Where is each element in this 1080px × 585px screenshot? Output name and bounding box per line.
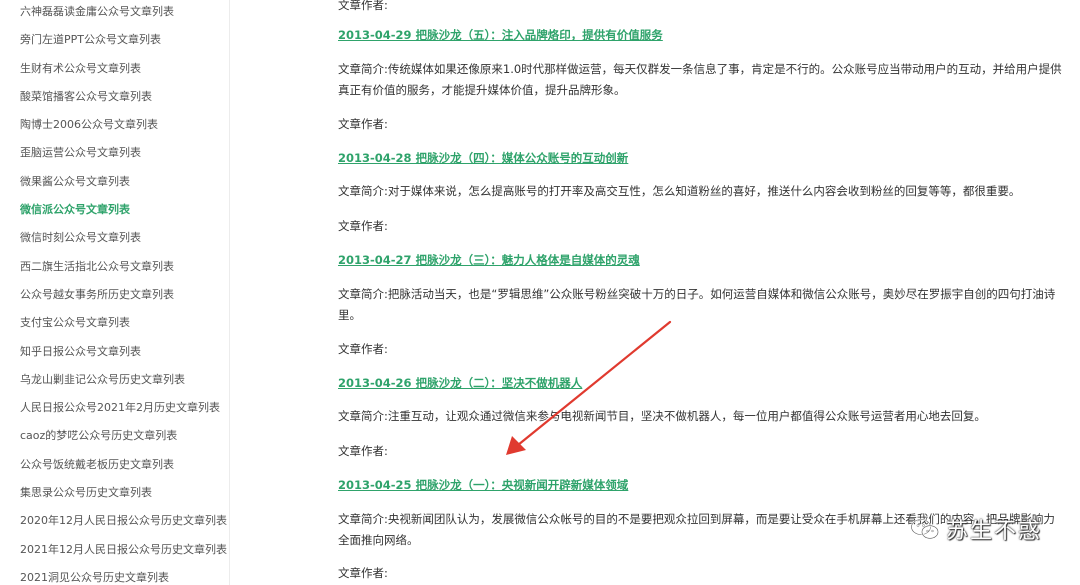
sidebar-item[interactable]: 六神磊磊读金庸公众号文章列表: [0, 0, 229, 26]
article-author: 文章作者:: [338, 566, 388, 580]
article-summary: 文章简介:把脉活动当天，也是“罗辑思维”公众账号粉丝突破十万的日子。如何运营自媒…: [338, 287, 1056, 322]
article-summary: 文章简介:注重互动，让观众通过微信来参与电视新闻节目，坚决不做机器人，每一位用户…: [338, 409, 986, 423]
article-title-link[interactable]: 2013-04-29 把脉沙龙（五）：注入品牌烙印，提供有价值服务: [338, 27, 663, 43]
article-author: 文章作者:: [338, 0, 388, 12]
sidebar-item[interactable]: 生财有术公众号文章列表: [0, 55, 229, 83]
article-title-link[interactable]: 2013-04-28 把脉沙龙（四）：媒体公众账号的互动创新: [338, 150, 628, 166]
article-title-link[interactable]: 2013-04-26 把脉沙龙（二）：坚决不做机器人: [338, 375, 582, 391]
article-author: 文章作者:: [338, 117, 388, 131]
sidebar-item[interactable]: 知乎日报公众号文章列表: [0, 338, 229, 366]
sidebar-item[interactable]: 微信派公众号文章列表: [0, 196, 229, 224]
sidebar-item[interactable]: 集思录公众号历史文章列表: [0, 479, 229, 507]
sidebar-item[interactable]: 陶博士2006公众号文章列表: [0, 111, 229, 139]
sidebar-item[interactable]: 微果酱公众号文章列表: [0, 168, 229, 196]
sidebar-item[interactable]: 2021洞见公众号历史文章列表: [0, 564, 229, 585]
article-summary: 文章简介:传统媒体如果还像原来1.0时代那样做运营，每天仅群发一条信息了事，肯定…: [338, 62, 1062, 97]
wechat-icon: [910, 518, 939, 540]
sidebar-item[interactable]: 支付宝公众号文章列表: [0, 309, 229, 337]
article-author: 文章作者:: [338, 342, 388, 356]
article-title-link[interactable]: 2013-04-25 把脉沙龙（一）：央视新闻开辟新媒体领域: [338, 477, 628, 493]
watermark-text: 苏生不惑: [945, 519, 1042, 544]
sidebar-item[interactable]: 2021年12月人民日报公众号历史文章列表: [0, 536, 229, 564]
sidebar-item[interactable]: 歪脑运营公众号文章列表: [0, 139, 229, 167]
sidebar-item[interactable]: 微信时刻公众号文章列表: [0, 224, 229, 252]
sidebar-item[interactable]: 公众号饭统戴老板历史文章列表: [0, 451, 229, 479]
sidebar-item[interactable]: 旁门左道PPT公众号文章列表: [0, 26, 229, 54]
sidebar-item[interactable]: 公众号越女事务所历史文章列表: [0, 281, 229, 309]
article-title-link[interactable]: 2013-04-27 把脉沙龙（三）：魅力人格体是自媒体的灵魂: [338, 252, 640, 268]
sidebar-list: 六神磊磊读金庸公众号文章列表 旁门左道PPT公众号文章列表 生财有术公众号文章列表酸…: [0, 0, 229, 585]
article-author: 文章作者:: [338, 219, 388, 233]
sidebar-item[interactable]: caoz的梦呓公众号历史文章列表: [0, 422, 229, 450]
watermark: 苏生不惑: [910, 513, 1042, 545]
page: 六神磊磊读金庸公众号文章列表 旁门左道PPT公众号文章列表 生财有术公众号文章列表酸…: [0, 0, 1080, 585]
article-list: 文章作者: 2013-04-29 把脉沙龙（五）：注入品牌烙印，提供有价值服务 …: [338, 0, 1068, 585]
sidebar: 六神磊磊读金庸公众号文章列表 旁门左道PPT公众号文章列表 生财有术公众号文章列表酸…: [0, 0, 230, 585]
sidebar-item[interactable]: 人民日报公众号2021年2月历史文章列表: [0, 394, 229, 422]
sidebar-item[interactable]: 2020年12月人民日报公众号历史文章列表: [0, 507, 229, 535]
sidebar-item[interactable]: 西二旗生活指北公众号文章列表: [0, 253, 229, 281]
sidebar-item[interactable]: 酸菜馆播客公众号文章列表: [0, 83, 229, 111]
sidebar-item[interactable]: 乌龙山剿韭记公众号历史文章列表: [0, 366, 229, 394]
article-author: 文章作者:: [338, 444, 388, 458]
article-summary: 文章简介:对于媒体来说，怎么提高账号的打开率及高交互性，怎么知道粉丝的喜好，推送…: [338, 184, 1021, 198]
